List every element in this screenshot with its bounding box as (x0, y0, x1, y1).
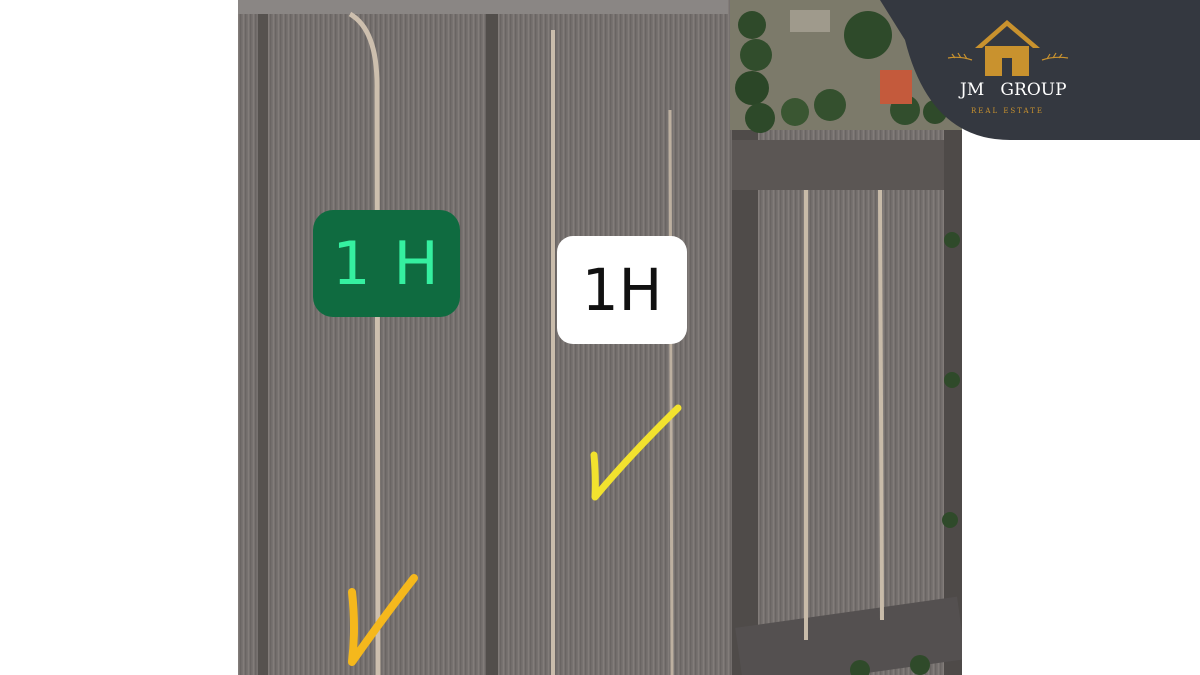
plot-label-green: 1 H (313, 210, 460, 317)
road (238, 0, 728, 14)
brand-name: JM GROUP (960, 80, 1067, 100)
plot-label-white: 1H (557, 236, 687, 344)
tree (944, 232, 960, 248)
field-border (486, 0, 498, 675)
field-border (732, 130, 758, 675)
dirt-track (878, 189, 884, 621)
plot-label-text: 1H (581, 256, 663, 324)
logo-panel (880, 0, 1200, 140)
tree (910, 655, 930, 675)
tree (944, 372, 960, 388)
field-border (944, 130, 962, 675)
logo-background (880, 0, 1200, 140)
field-border (258, 0, 268, 675)
brand-subtitle: REAL ESTATE (971, 107, 1044, 115)
plot-label-text: 1 H (332, 228, 441, 299)
stage: 1 H 1H JM GROUP REAL ESTATE (0, 0, 1200, 675)
field-border (732, 140, 957, 190)
tree (942, 512, 958, 528)
dirt-track (668, 109, 674, 675)
